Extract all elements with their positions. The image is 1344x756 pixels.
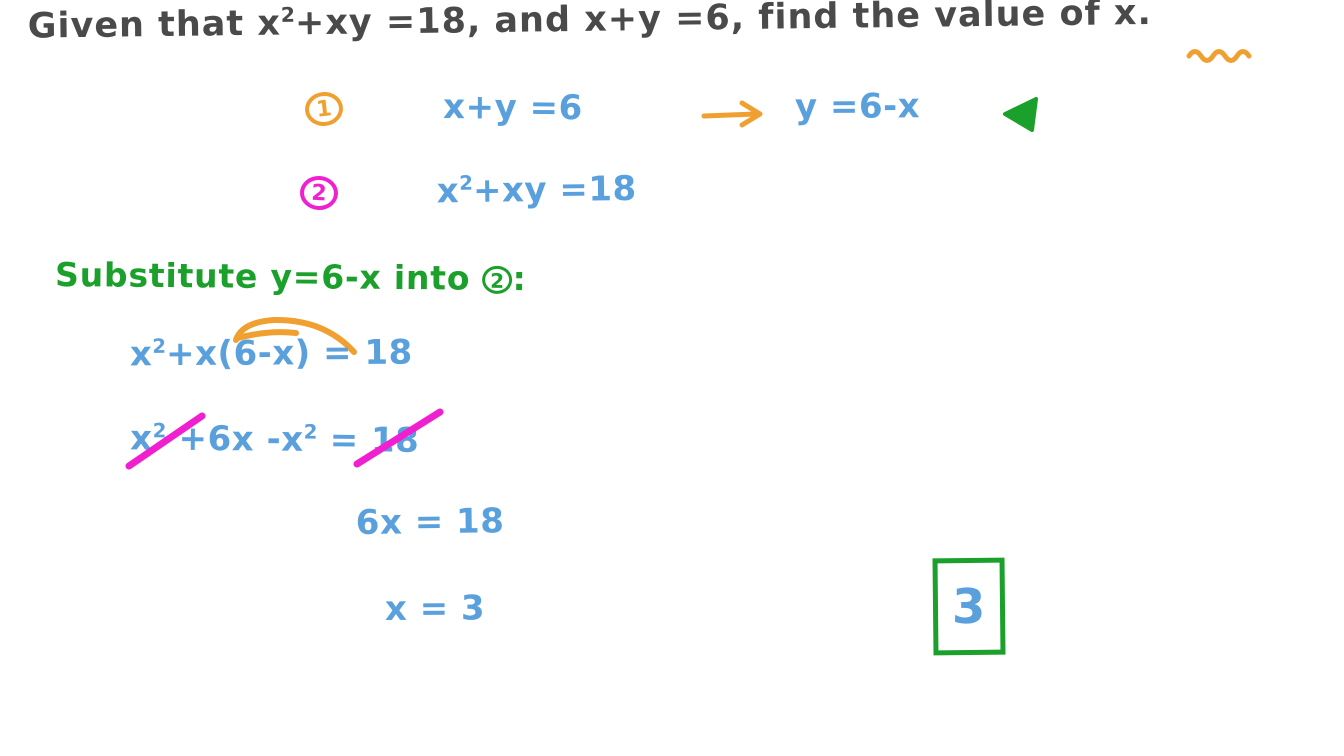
- equation-two-rest: +xy =18: [472, 168, 637, 211]
- problem-eq1-base: x: [257, 3, 282, 44]
- step-marker-two-label: 2: [310, 180, 328, 206]
- cancel-middle-term: +6x -: [166, 418, 282, 460]
- equation-one-text: x+y =6: [442, 87, 583, 129]
- step-expanded-substitution: x2+x(6-x) = 18: [129, 333, 413, 375]
- orange-squiggle-underline-icon: [1186, 49, 1252, 63]
- step-marker-one: 1: [303, 90, 345, 128]
- problem-prefix: Given that: [27, 3, 258, 47]
- final-answer-box: 3: [932, 557, 1006, 656]
- problem-suffix: find the value of: [758, 0, 1115, 38]
- equation-two: x2+xy =18: [436, 168, 637, 212]
- step-marker-two: 2: [299, 175, 339, 211]
- cancel-tail: = 18: [317, 419, 420, 461]
- expanded-exponent: 2: [152, 334, 167, 358]
- equation-two-exponent: 2: [458, 171, 473, 195]
- expanded-base: x: [129, 334, 153, 375]
- left-triangle-icon: [1003, 97, 1038, 132]
- cancel-term-one-base: x: [129, 418, 153, 459]
- equation-one-rearranged: y =6-x: [794, 86, 921, 127]
- problem-eq1-exponent: 2: [280, 2, 296, 27]
- equation-two-base: x: [436, 171, 460, 212]
- step-marker-one-label: 1: [315, 95, 333, 123]
- final-answer-value: 3: [952, 578, 986, 635]
- equation-one-rearranged-text: y =6-x: [794, 86, 921, 127]
- equation-one: x+y =6: [442, 87, 583, 129]
- substitution-prefix: Substitute: [54, 255, 271, 296]
- expanded-rest: +x(6-x) = 18: [165, 332, 413, 375]
- problem-statement: Given that x2+xy =18, and x+y =6, find t…: [27, 0, 1153, 47]
- substitution-equation-reference: 2: [482, 265, 513, 294]
- substitution-expression: y=6-x: [270, 256, 382, 297]
- whiteboard-canvas: Given that x2+xy =18, and x+y =6, find t…: [0, 0, 1344, 756]
- problem-eq1-rest: +xy =18, and x+y =6,: [294, 0, 759, 44]
- problem-unknown-variable: x: [1113, 0, 1138, 34]
- cancel-term-two-exponent: 2: [303, 420, 318, 444]
- substitution-instruction: Substitute y=6-x into 2:: [54, 255, 527, 299]
- cancel-term-two-base: x: [280, 419, 304, 460]
- step-solution: x = 3: [384, 588, 486, 629]
- substitution-colon: :: [512, 258, 527, 299]
- problem-period: .: [1137, 0, 1153, 34]
- simplified-text: 6x = 18: [355, 501, 505, 543]
- cancel-term-one-exponent: 2: [152, 419, 167, 443]
- solution-text: x = 3: [384, 588, 486, 629]
- right-arrow-icon: [701, 100, 763, 128]
- step-simplified-equation: 6x = 18: [355, 501, 505, 543]
- substitution-middle: into: [381, 257, 483, 298]
- step-cancellation: x2 +6x -x2 = 18: [129, 418, 420, 461]
